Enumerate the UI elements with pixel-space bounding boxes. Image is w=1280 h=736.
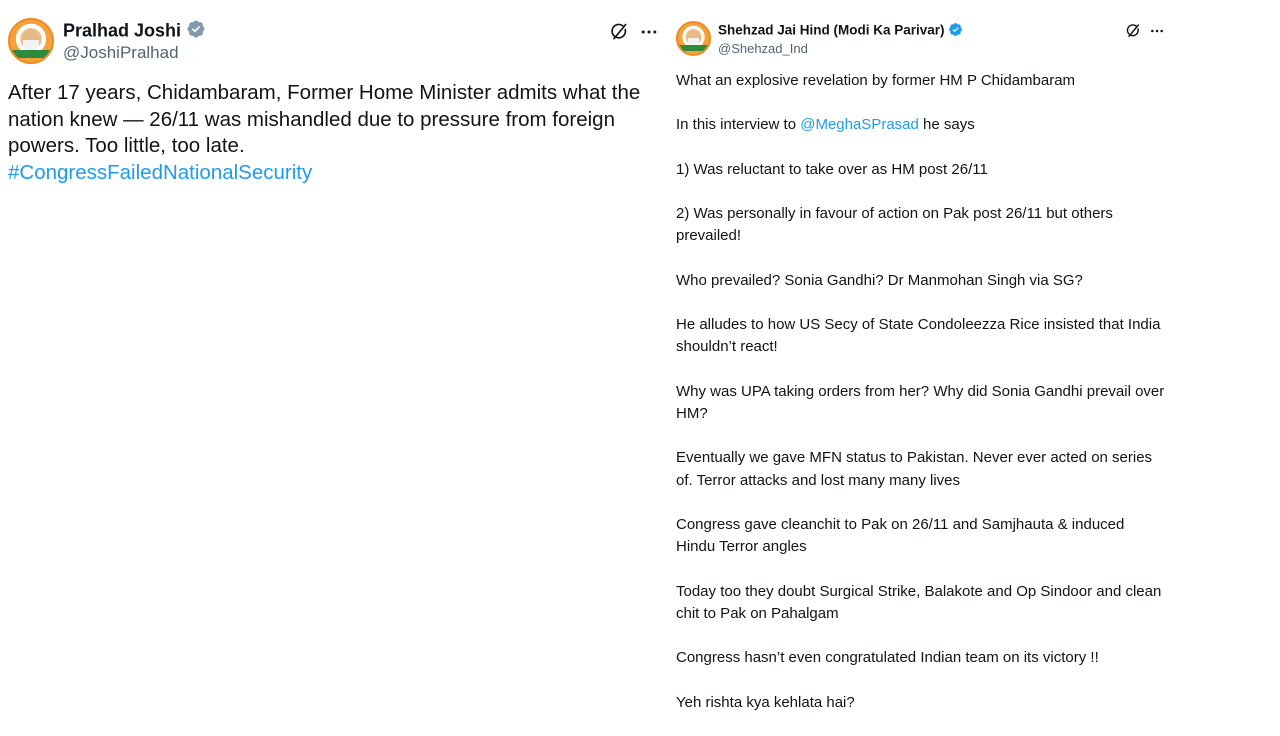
tweet-pralhad-joshi: Pralhad Joshi @JoshiPralhad After 17 yea… (0, 0, 668, 720)
verified-badge-icon (948, 22, 963, 40)
tweet-paragraph: Eventually we gave MFN status to Pakista… (676, 449, 1153, 489)
tweet-paragraph: Congress hasn’t even congratulated India… (676, 649, 1099, 667)
tweet-text-content: After 17 years, Chidambaram, Former Home… (8, 81, 641, 157)
avatar[interactable] (676, 21, 711, 56)
tweet-shehzad: Shehzad Jai Hind (Modi Ka Parivar) @Sheh… (668, 0, 1168, 720)
author-handle[interactable]: @Shehzad_Ind (718, 41, 808, 56)
tweet-paragraph: Congress gave cleanchit to Pak on 26/11 … (676, 515, 1125, 556)
hashtag-link[interactable]: #CongressFailedNationalSecurity (8, 160, 658, 187)
avatar-band (678, 45, 709, 51)
author-name[interactable]: Pralhad Joshi (63, 19, 206, 44)
avatar-beard (23, 40, 39, 51)
grok-icon[interactable] (606, 20, 632, 44)
tweet-text: What an explosive revelation by former H… (676, 70, 1166, 736)
author-name-text[interactable]: Pralhad Joshi (63, 20, 181, 40)
avatar-band (10, 50, 52, 58)
avatar-beard (687, 37, 700, 46)
grok-icon[interactable] (1122, 20, 1144, 42)
tweet-paragraph: Who prevailed? Sonia Gandhi? Dr Manmohan… (676, 271, 1083, 289)
paragraph-text: In this interview to (676, 116, 801, 134)
verified-badge-icon (186, 19, 206, 44)
tweet-paragraph: What an explosive revelation by former H… (676, 72, 1076, 89)
tweet-paragraph: He alludes to how US Secy of State Condo… (676, 316, 1161, 356)
author-name-text[interactable]: Shehzad Jai Hind (Modi Ka Parivar) (718, 23, 945, 38)
author-name[interactable]: Shehzad Jai Hind (Modi Ka Parivar) (718, 22, 963, 40)
tweet-paragraph: In this interview to @MeghaSPrasad he sa… (676, 114, 1166, 136)
tweet-paragraph: 1) Was reluctant to take over as HM post… (676, 160, 988, 178)
author-handle[interactable]: @JoshiPralhad (63, 43, 179, 63)
paragraph-text: he says (918, 116, 975, 134)
tweet-paragraph: Today too they doubt Surgical Strike, Ba… (676, 582, 1162, 622)
avatar[interactable] (8, 18, 54, 64)
more-icon[interactable] (636, 20, 662, 44)
tweet-text: After 17 years, Chidambaram, Former Home… (8, 80, 658, 186)
mention-link[interactable]: @MeghaSPrasad (800, 116, 919, 133)
more-icon[interactable] (1146, 20, 1168, 42)
tweet-paragraph: 2) Was personally in favour of action on… (676, 205, 1113, 245)
tweet-paragraph: Yeh rishta kya kehlata hai? (676, 693, 855, 711)
tweet-paragraph: Why was UPA taking orders from her? Why … (676, 382, 1165, 422)
